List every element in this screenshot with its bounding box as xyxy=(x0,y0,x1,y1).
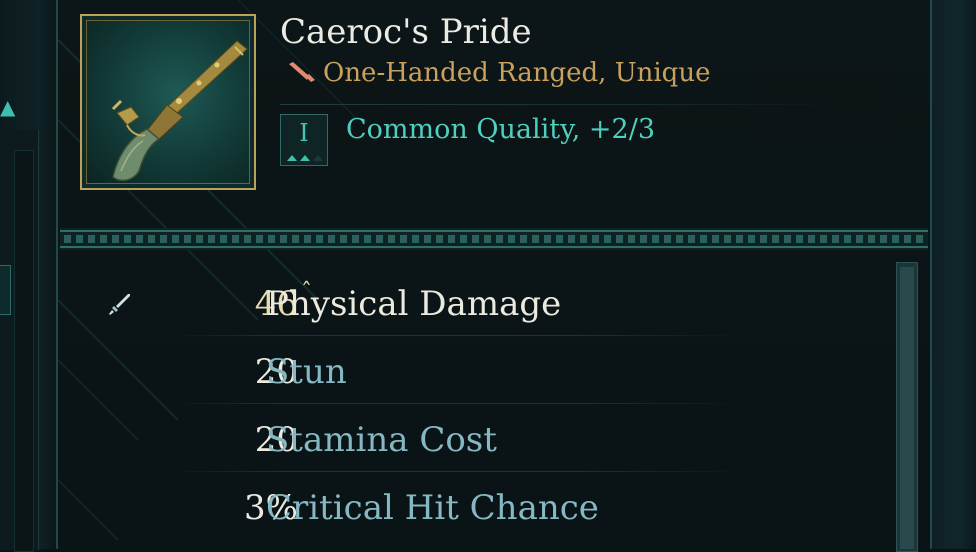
quality-tier-numeral: I xyxy=(299,119,309,147)
item-name: Caeroc's Pride xyxy=(280,12,532,52)
quality-pips xyxy=(287,155,323,161)
decorative-divider-band xyxy=(60,228,928,250)
quality-tier-badge: I xyxy=(280,114,328,166)
stat-label: Critical Hit Chance xyxy=(266,488,599,528)
stat-row-critical-hit-chance: 3% Critical Hit Chance xyxy=(168,474,768,540)
edge-marker-icon: ▲ xyxy=(0,95,16,119)
item-type: One-Handed Ranged, Unique xyxy=(287,58,710,88)
flintlock-pistol-icon xyxy=(111,40,248,182)
quality-pip-1 xyxy=(287,155,297,161)
stat-row-physical-damage: 46 ˆ Physical Damage xyxy=(109,270,768,336)
stat-divider xyxy=(168,403,748,404)
stat-divider xyxy=(168,471,748,472)
left-side-panel: ▲ xyxy=(0,0,56,552)
quality-pip-2 xyxy=(300,155,310,161)
stat-row-stun: 20 Stun xyxy=(168,338,768,404)
scrollbar-thumb[interactable] xyxy=(900,267,914,549)
right-side-panel xyxy=(930,0,976,549)
left-scroll-track[interactable] xyxy=(14,150,34,552)
item-portrait-frame[interactable] xyxy=(80,14,256,190)
header-divider xyxy=(280,104,840,105)
stat-label: Stun xyxy=(266,352,347,392)
stat-row-stamina-cost: 20 Stamina Cost xyxy=(168,406,768,472)
quality-pip-3 xyxy=(313,155,323,161)
stats-scrollbar[interactable] xyxy=(896,262,918,552)
item-portrait xyxy=(86,20,250,184)
item-tooltip-panel: Caeroc's Pride One-Handed Ranged, Unique… xyxy=(56,0,930,552)
quality-text: Common Quality, +2/3 xyxy=(346,114,655,145)
pistol-icon xyxy=(289,62,315,82)
left-panel-tab[interactable] xyxy=(0,265,11,315)
stat-label: Stamina Cost xyxy=(266,420,497,460)
stat-divider xyxy=(168,335,748,336)
item-type-label: One-Handed Ranged, Unique xyxy=(323,58,711,88)
stat-label: Physical Damage xyxy=(266,284,562,324)
sword-icon xyxy=(109,294,130,315)
